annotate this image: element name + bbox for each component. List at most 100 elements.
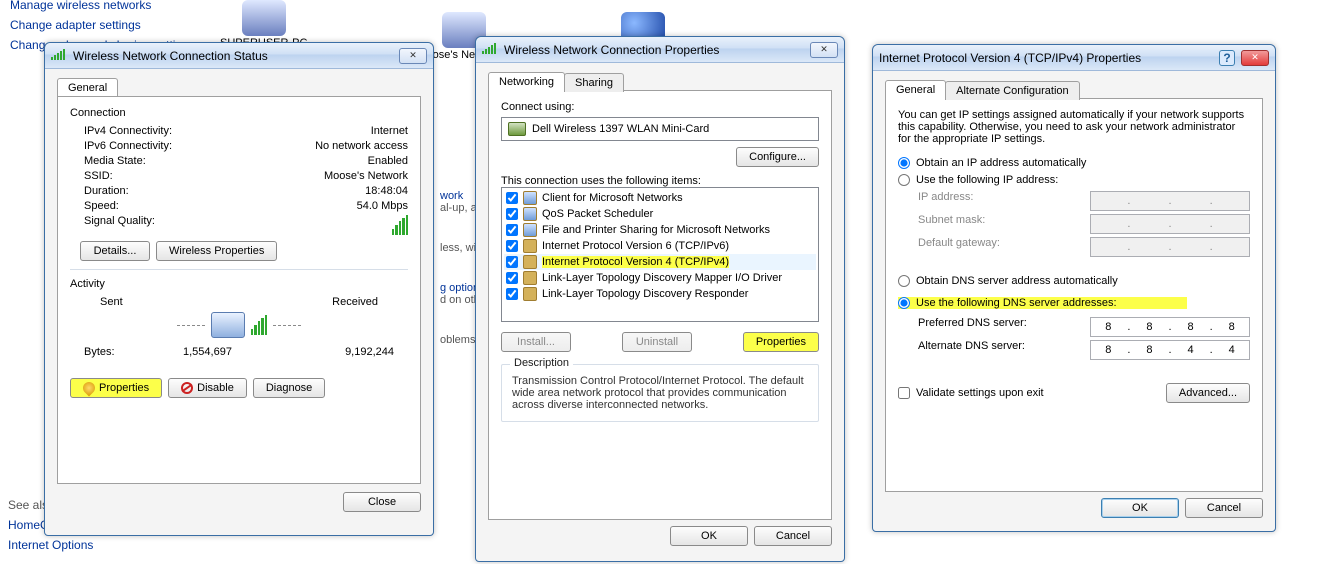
- radio-dns-auto[interactable]: Obtain DNS server address automatically: [898, 275, 1250, 287]
- cancel-button[interactable]: Cancel: [1185, 498, 1263, 518]
- install-button[interactable]: Install...: [501, 332, 571, 352]
- radio-ip-manual[interactable]: Use the following IP address:: [898, 174, 1250, 186]
- preferred-dns-field[interactable]: 8.8.8.8: [1090, 317, 1250, 337]
- service-icon: [523, 207, 537, 221]
- tab-alternate-config[interactable]: Alternate Configuration: [945, 81, 1080, 100]
- link-internet-options[interactable]: Internet Options: [8, 538, 93, 552]
- props-tabs: Networking Sharing: [488, 71, 832, 90]
- protocol-icon: [523, 287, 537, 301]
- row-value: Internet: [371, 125, 408, 137]
- tab-sharing[interactable]: Sharing: [564, 73, 624, 92]
- service-icon: [523, 223, 537, 237]
- link-change-adapter[interactable]: Change adapter settings: [10, 18, 195, 32]
- bg-link[interactable]: work: [440, 190, 463, 202]
- preferred-dns-label: Preferred DNS server:: [918, 317, 1027, 337]
- status-titlebar[interactable]: Wireless Network Connection Status ✕: [45, 43, 433, 69]
- radio-ip-auto[interactable]: Obtain an IP address automatically: [898, 157, 1250, 169]
- tab-general[interactable]: General: [57, 78, 118, 97]
- ipv4-titlebar[interactable]: Internet Protocol Version 4 (TCP/IPv4) P…: [873, 45, 1275, 71]
- signal-icon: [251, 315, 267, 335]
- item-checkbox[interactable]: [506, 192, 518, 204]
- list-item[interactable]: Link-Layer Topology Discovery Mapper I/O…: [504, 270, 816, 286]
- validate-on-exit-checkbox[interactable]: Validate settings upon exit: [898, 387, 1044, 399]
- ipv4-intro-text: You can get IP settings assigned automat…: [898, 109, 1250, 145]
- row-label: SSID:: [84, 170, 113, 182]
- item-checkbox[interactable]: [506, 272, 518, 284]
- list-item[interactable]: Client for Microsoft Networks: [504, 190, 816, 206]
- link-manage-wireless[interactable]: Manage wireless networks: [10, 0, 195, 12]
- list-item[interactable]: File and Printer Sharing for Microsoft N…: [504, 222, 816, 238]
- details-button[interactable]: Details...: [80, 241, 150, 261]
- row-label: Duration:: [84, 185, 129, 197]
- disable-button[interactable]: Disable: [168, 378, 247, 398]
- props-title: Wireless Network Connection Properties: [504, 43, 806, 57]
- description-label: Description: [510, 357, 573, 369]
- item-checkbox[interactable]: [506, 256, 518, 268]
- status-window: Wireless Network Connection Status ✕ Gen…: [44, 42, 434, 536]
- item-checkbox[interactable]: [506, 208, 518, 220]
- item-checkbox[interactable]: [506, 288, 518, 300]
- ok-button[interactable]: OK: [670, 526, 748, 546]
- protocol-icon: [523, 271, 537, 285]
- protocol-list[interactable]: Client for Microsoft Networks QoS Packet…: [501, 187, 819, 322]
- tab-general[interactable]: General: [885, 80, 946, 99]
- row-value: Enabled: [368, 155, 408, 167]
- activity-section-label: Activity: [70, 278, 408, 290]
- wireless-properties-button[interactable]: Wireless Properties: [156, 241, 277, 261]
- row-label: IPv6 Connectivity:: [84, 140, 172, 152]
- row-label: IPv4 Connectivity:: [84, 125, 172, 137]
- gateway-field: ...: [1090, 237, 1250, 257]
- list-item[interactable]: QoS Packet Scheduler: [504, 206, 816, 222]
- ip-address-label: IP address:: [918, 191, 973, 211]
- disable-icon: [181, 382, 193, 394]
- signal-bars-icon: [392, 215, 408, 235]
- computer-icon: [242, 0, 286, 36]
- protocol-icon: [523, 255, 537, 269]
- sent-label: Sent: [100, 296, 123, 308]
- computer-icon: [211, 312, 245, 338]
- bytes-sent-value: 1,554,697: [183, 346, 232, 358]
- signal-icon: [51, 48, 67, 64]
- ipv4-title: Internet Protocol Version 4 (TCP/IPv4) P…: [879, 51, 1219, 65]
- signal-icon: [482, 42, 498, 58]
- configure-button[interactable]: Configure...: [736, 147, 819, 167]
- row-label: Speed:: [84, 200, 119, 212]
- description-text: Transmission Control Protocol/Internet P…: [512, 375, 808, 411]
- received-label: Received: [332, 296, 378, 308]
- radio-dns-manual[interactable]: Use the following DNS server addresses:: [898, 297, 1187, 309]
- uninstall-button[interactable]: Uninstall: [622, 332, 692, 352]
- close-icon[interactable]: ✕: [1241, 50, 1269, 66]
- subnet-mask-label: Subnet mask:: [918, 214, 985, 234]
- advanced-button[interactable]: Advanced...: [1166, 383, 1250, 403]
- item-checkbox[interactable]: [506, 240, 518, 252]
- close-icon[interactable]: ✕: [810, 42, 838, 58]
- bg-link[interactable]: g option: [440, 282, 479, 294]
- row-value: 18:48:04: [365, 185, 408, 197]
- help-icon[interactable]: ?: [1219, 50, 1235, 66]
- properties-button[interactable]: Properties: [70, 378, 162, 398]
- list-item-ipv4[interactable]: Internet Protocol Version 4 (TCP/IPv4): [504, 254, 816, 270]
- ok-button[interactable]: OK: [1101, 498, 1179, 518]
- alternate-dns-label: Alternate DNS server:: [918, 340, 1025, 360]
- item-checkbox[interactable]: [506, 224, 518, 236]
- adapter-name: Dell Wireless 1397 WLAN Mini-Card: [532, 123, 709, 135]
- list-item[interactable]: Link-Layer Topology Discovery Responder: [504, 286, 816, 302]
- activity-graphic: [70, 312, 408, 338]
- bytes-recv-value: 9,192,244: [345, 346, 394, 358]
- status-title: Wireless Network Connection Status: [73, 49, 395, 63]
- close-icon[interactable]: ✕: [399, 48, 427, 64]
- adapter-field[interactable]: Dell Wireless 1397 WLAN Mini-Card: [501, 117, 819, 141]
- alternate-dns-field[interactable]: 8.8.4.4: [1090, 340, 1250, 360]
- list-item[interactable]: Internet Protocol Version 6 (TCP/IPv6): [504, 238, 816, 254]
- protocol-icon: [523, 239, 537, 253]
- items-label: This connection uses the following items…: [501, 175, 819, 187]
- nic-icon: [508, 122, 526, 136]
- subnet-mask-field: ...: [1090, 214, 1250, 234]
- tab-networking[interactable]: Networking: [488, 72, 565, 91]
- status-tabs: General: [57, 77, 421, 96]
- cancel-button[interactable]: Cancel: [754, 526, 832, 546]
- item-properties-button[interactable]: Properties: [743, 332, 819, 352]
- close-button[interactable]: Close: [343, 492, 421, 512]
- diagnose-button[interactable]: Diagnose: [253, 378, 325, 398]
- props-titlebar[interactable]: Wireless Network Connection Properties ✕: [476, 37, 844, 63]
